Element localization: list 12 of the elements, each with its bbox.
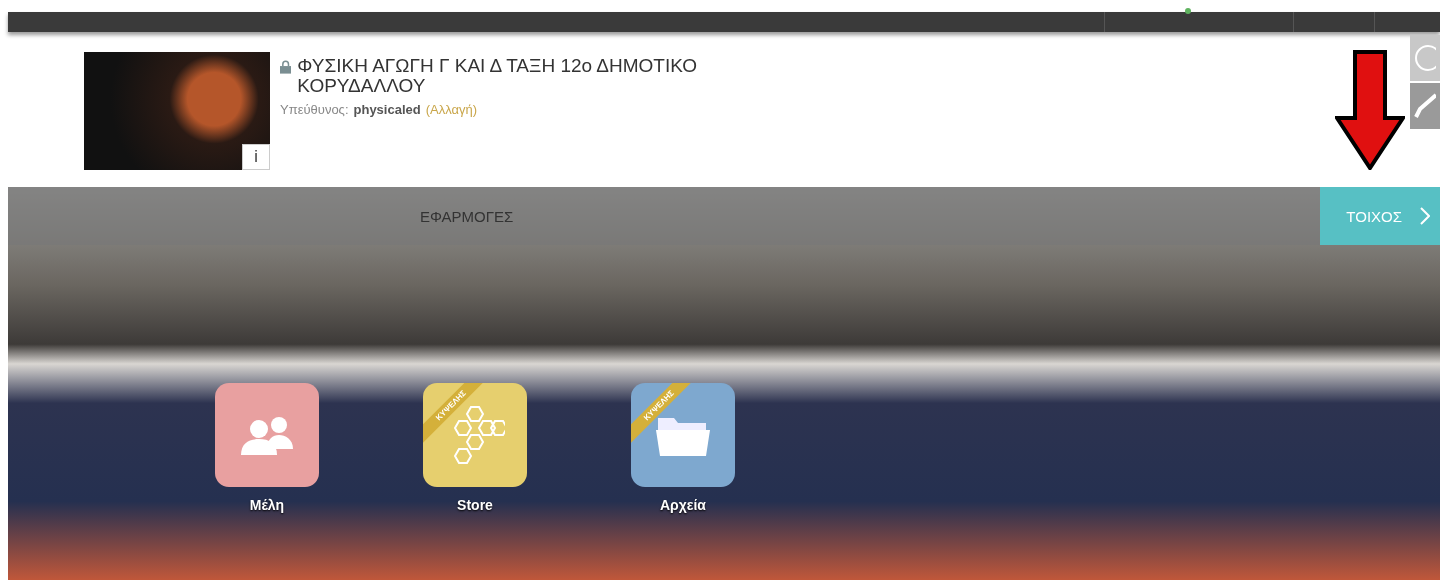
course-title: ΦΥΣΙΚΗ ΑΓΩΓΗ Γ ΚΑΙ Δ ΤΑΞΗ 12ο ΔΗΜΟΤΙΚΟ ΚΟΡΥΔΑΛΛΟΥ: [297, 56, 699, 96]
owner-label: Υπεύθυνος:: [280, 102, 349, 117]
app-label: Store: [457, 497, 493, 513]
owner-name: physicaled: [353, 102, 421, 117]
app-launcher[interactable]: Μέλη: [215, 383, 319, 513]
help-button[interactable]: [1410, 35, 1440, 81]
info-button[interactable]: i: [242, 144, 270, 170]
status-dot: [1185, 8, 1191, 14]
app-label: Μέλη: [249, 497, 285, 513]
chevron-icon: [1420, 207, 1430, 225]
edit-button[interactable]: [1410, 83, 1440, 129]
app-label: Αρχεία: [660, 497, 706, 513]
